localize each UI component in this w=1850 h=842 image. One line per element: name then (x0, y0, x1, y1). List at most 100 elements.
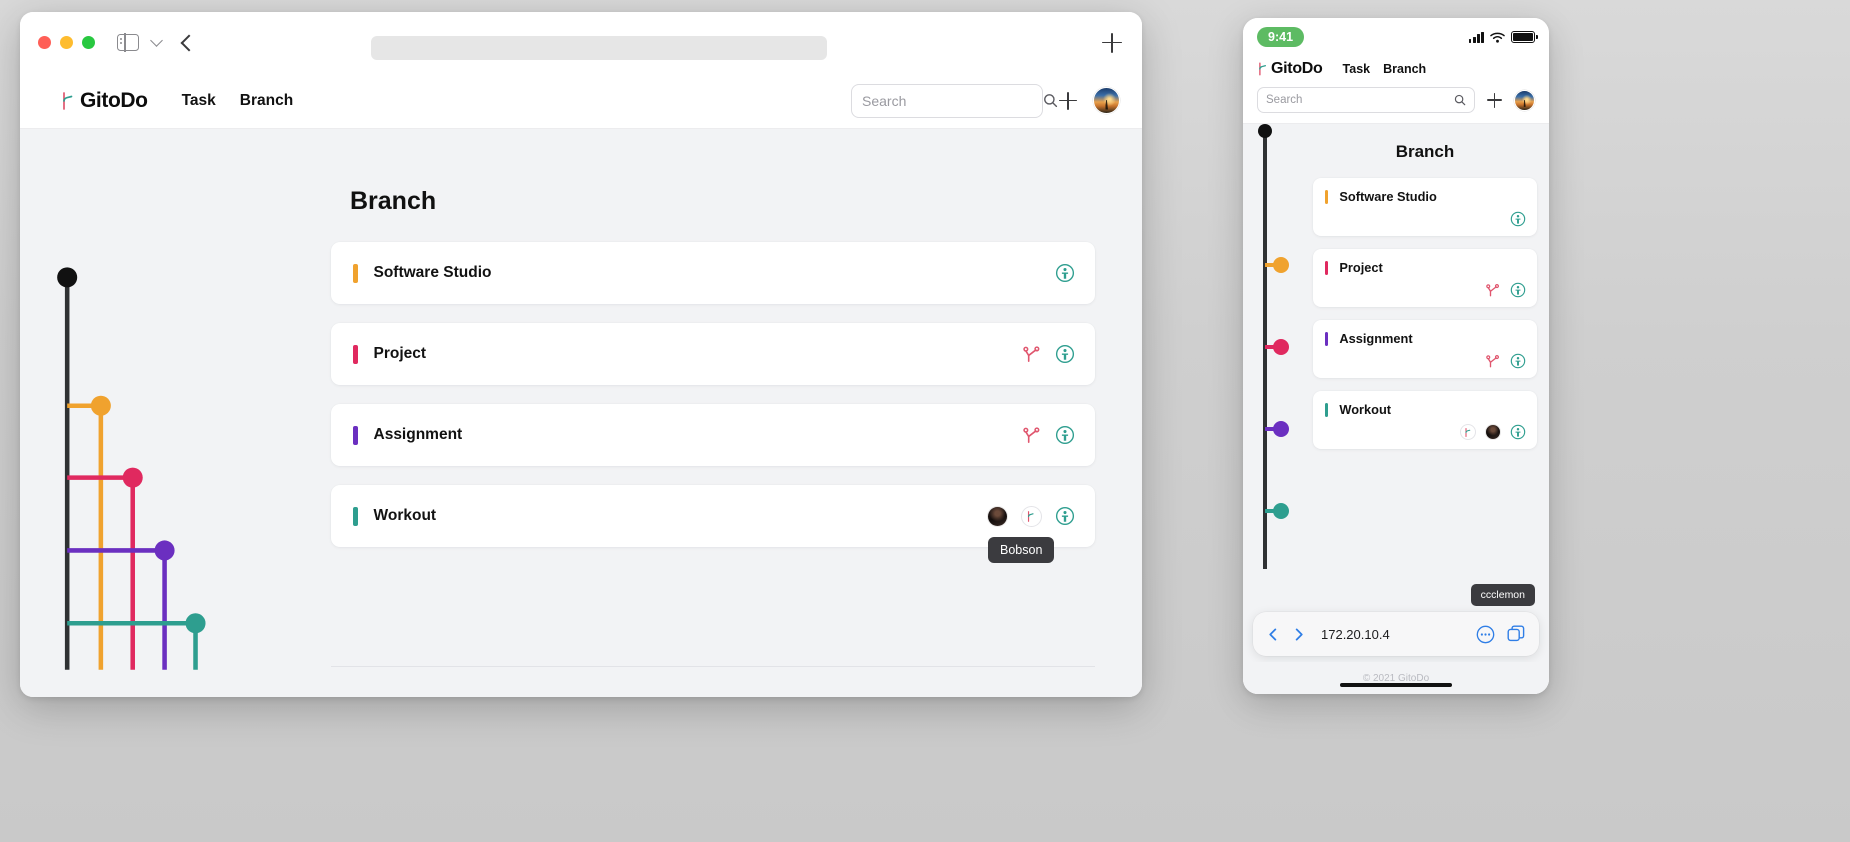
branch-color-indicator (353, 506, 358, 526)
brand-logo[interactable]: GitoDo (60, 89, 148, 113)
page-title: Branch (350, 187, 437, 215)
status-indicators (1468, 31, 1538, 43)
row-actions (1023, 425, 1075, 445)
graph-node-project (122, 467, 143, 488)
wifi-icon (1490, 32, 1505, 43)
mobile-app-header: GitoDo Task Branch (1243, 56, 1549, 124)
member-info-icon[interactable] (1510, 424, 1526, 440)
add-branch-button[interactable] (1059, 91, 1077, 110)
branch-color-indicator (1325, 260, 1329, 275)
tabs-icon[interactable] (1507, 625, 1525, 643)
branch-row-software-studio[interactable]: Software Studio (331, 242, 1095, 304)
member-info-icon[interactable] (1055, 506, 1075, 526)
back-navigation-icon[interactable] (180, 34, 198, 51)
chevron-down-icon[interactable] (150, 33, 163, 47)
mobile-url-text[interactable]: 172.20.10.4 (1321, 627, 1464, 642)
plus-icon (1102, 32, 1122, 53)
mobile-card-header: Software Studio (1325, 189, 1526, 204)
zoom-window-button[interactable] (82, 36, 95, 49)
branch-row-assignment[interactable]: Assignment (331, 404, 1095, 466)
member-info-icon[interactable] (1055, 425, 1075, 445)
battery-icon (1511, 31, 1538, 43)
merge-branch-icon[interactable] (1486, 354, 1501, 369)
branch-color-indicator (1325, 402, 1329, 417)
member-info-icon[interactable] (1510, 353, 1526, 369)
mobile-search-row (1257, 87, 1535, 113)
member-avatar-gitodo[interactable] (1021, 505, 1042, 527)
forward-arrow-icon[interactable] (1292, 628, 1305, 641)
mobile-graph-node-assignment (1273, 421, 1289, 437)
member-info-icon[interactable] (1055, 263, 1075, 283)
graph-node-workout (185, 613, 206, 634)
mobile-row-actions (1325, 211, 1526, 227)
gitodo-branch-icon (1259, 62, 1266, 76)
mobile-brand-logo[interactable]: GitoDo (1257, 60, 1323, 78)
address-bar[interactable] (371, 36, 827, 60)
member-info-icon[interactable] (1510, 211, 1526, 227)
mobile-branch-row-workout[interactable]: Workout (1313, 391, 1537, 449)
status-time: 9:41 (1257, 27, 1305, 47)
mobile-branch-row-software-studio[interactable]: Software Studio (1313, 178, 1537, 236)
branch-color-indicator (353, 425, 358, 445)
new-tab-button[interactable] (1102, 32, 1122, 53)
mobile-page-body: Branch Software Studio Project Assignmen… (1243, 124, 1549, 694)
member-info-icon[interactable] (1055, 344, 1075, 364)
mobile-brand-row: GitoDo Task Branch (1257, 60, 1535, 78)
member-avatar-ccclemon[interactable] (1485, 424, 1501, 440)
mobile-branch-row-project[interactable]: Project (1313, 249, 1537, 307)
mobile-row-actions (1325, 282, 1526, 298)
mobile-graph-node-project (1273, 339, 1289, 355)
home-indicator (1340, 683, 1452, 687)
primary-nav: Task Branch (182, 92, 294, 110)
mobile-branch-row-assignment[interactable]: Assignment (1313, 320, 1537, 378)
mobile-user-avatar[interactable] (1514, 89, 1535, 111)
back-arrow-icon[interactable] (1267, 628, 1280, 641)
graph-node-assignment (154, 540, 175, 561)
sidebar-toggle-icon[interactable] (117, 33, 139, 52)
browser-window: GitoDo Task Branch Search Branch Softwar… (20, 12, 1142, 697)
close-window-button[interactable] (38, 36, 51, 49)
mobile-graph-node-workout (1273, 503, 1289, 519)
plus-icon (1059, 91, 1077, 110)
more-options-icon[interactable] (1476, 625, 1495, 644)
graph-node-software-studio (90, 395, 111, 416)
merge-branch-icon[interactable] (1023, 345, 1042, 364)
mobile-search-input[interactable] (1266, 94, 1454, 106)
branch-color-indicator (353, 263, 358, 283)
nav-item-branch[interactable]: Branch (240, 92, 293, 110)
branch-name: Project (373, 345, 427, 362)
search-icon (1044, 94, 1058, 108)
nav-item-task[interactable]: Task (182, 92, 216, 110)
branch-color-indicator (353, 344, 358, 364)
member-avatar-gitodo[interactable] (1460, 424, 1476, 440)
header-actions (851, 83, 1120, 118)
mobile-git-branch-graph (1258, 124, 1289, 569)
branch-color-indicator (1325, 331, 1329, 346)
search-box[interactable] (851, 83, 1058, 118)
mobile-branch-content: Branch Software Studio Project Assignmen… (1301, 124, 1549, 694)
git-branch-graph (57, 267, 206, 670)
brand-name: GitoDo (80, 88, 148, 112)
member-avatar-bobson[interactable] (987, 505, 1008, 527)
user-avatar[interactable] (1093, 87, 1120, 114)
branch-name: Software Studio (1339, 189, 1437, 204)
mobile-add-branch-button[interactable] (1487, 92, 1502, 108)
branch-content: Branch Software Studio Project Assignmen… (313, 129, 1113, 697)
mobile-search-box[interactable] (1257, 87, 1475, 113)
search-input[interactable] (862, 92, 1043, 109)
mobile-nav-item-branch[interactable]: Branch (1383, 62, 1426, 76)
merge-branch-icon[interactable] (1023, 426, 1042, 445)
gitodo-branch-icon (1027, 510, 1034, 522)
mobile-card-header: Assignment (1325, 331, 1526, 346)
footer-divider (331, 666, 1095, 667)
member-info-icon[interactable] (1510, 282, 1526, 298)
minimize-window-button[interactable] (60, 36, 73, 49)
branch-row-project[interactable]: Project (331, 323, 1095, 385)
merge-branch-icon[interactable] (1486, 283, 1501, 298)
branch-color-indicator (1325, 189, 1329, 204)
branch-name: Assignment (373, 426, 463, 443)
row-actions (1055, 263, 1075, 283)
mobile-nav-item-task[interactable]: Task (1343, 62, 1371, 76)
branch-row-workout[interactable]: Workout Bobson (331, 485, 1095, 563)
branch-list: Software Studio Project Assignment Worko… (313, 242, 1113, 565)
